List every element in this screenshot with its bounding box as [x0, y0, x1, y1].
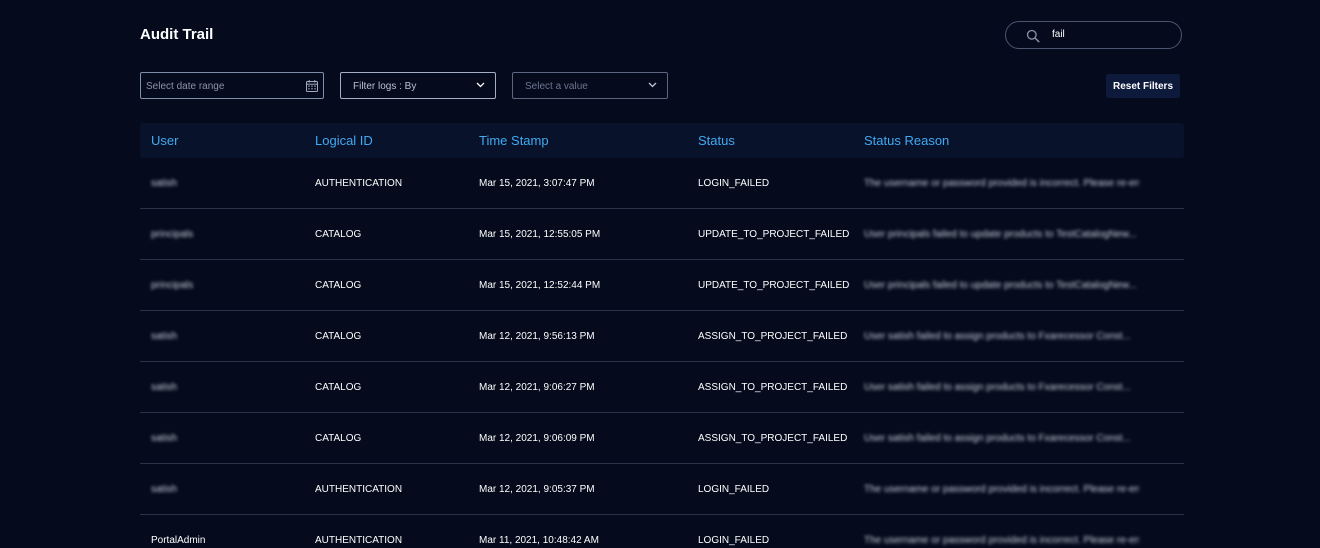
column-header-timestamp[interactable]: Time Stamp: [479, 133, 549, 148]
column-header-user[interactable]: User: [151, 133, 178, 148]
search-icon: [1026, 29, 1040, 43]
cell-status: UPDATE_TO_PROJECT_FAILED: [698, 280, 850, 291]
filter-logs-label: Filter logs : By: [353, 81, 417, 92]
column-header-status[interactable]: Status: [698, 133, 735, 148]
value-placeholder: Select a value: [525, 81, 588, 92]
table-row[interactable]: principals CATALOG Mar 15, 2021, 12:52:44 …: [140, 260, 1184, 311]
cell-user: satish: [151, 382, 178, 393]
cell-logical-id: AUTHENTICATION: [315, 484, 403, 495]
cell-logical-id: CATALOG: [315, 433, 362, 444]
cell-status: ASSIGN_TO_PROJECT_FAILED: [698, 433, 848, 444]
filter-logs-dropdown[interactable]: Filter logs : By: [340, 72, 496, 99]
table-row[interactable]: satish AUTHENTICATION Mar 12, 2021, 9:05:3…: [140, 464, 1184, 515]
search-box[interactable]: fail: [1005, 21, 1182, 49]
value-dropdown[interactable]: Select a value: [512, 72, 668, 99]
date-range-placeholder: Select date range: [146, 81, 225, 92]
cell-user: satish: [151, 178, 178, 189]
cell-status: ASSIGN_TO_PROJECT_FAILED: [698, 382, 848, 393]
cell-status-reason: The username or password provided is inc…: [864, 178, 1139, 189]
reset-filters-button[interactable]: Reset Filters: [1106, 74, 1180, 98]
cell-user: principals: [151, 229, 194, 240]
cell-logical-id: AUTHENTICATION: [315, 178, 403, 189]
page-title: Audit Trail: [140, 26, 214, 43]
chevron-down-icon: [648, 82, 657, 88]
audit-trail-page: Audit Trail fail Select date range Filte…: [0, 0, 1320, 548]
date-range-picker[interactable]: Select date range: [140, 72, 324, 99]
audit-table: User Logical ID Time Stamp Status Status…: [140, 123, 1184, 548]
cell-logical-id: CATALOG: [315, 229, 362, 240]
column-header-status-reason[interactable]: Status Reason: [864, 133, 1139, 148]
cell-timestamp: Mar 15, 2021, 12:52:44 PM: [479, 280, 601, 291]
table-row[interactable]: satish CATALOG Mar 12, 2021, 9:06:27 PM ASS…: [140, 362, 1184, 413]
cell-user: principals: [151, 280, 194, 291]
cell-user: PortalAdmin: [151, 535, 206, 546]
calendar-icon[interactable]: [305, 79, 319, 93]
cell-user: satish: [151, 484, 178, 495]
cell-user: satish: [151, 331, 178, 342]
cell-timestamp: Mar 15, 2021, 3:07:47 PM: [479, 178, 595, 189]
cell-timestamp: Mar 11, 2021, 10:48:42 AM: [479, 535, 599, 546]
cell-status: ASSIGN_TO_PROJECT_FAILED: [698, 331, 848, 342]
table-row[interactable]: satish AUTHENTICATION Mar 15, 2021, 3:07:4…: [140, 158, 1184, 209]
cell-status-reason: User principals failed to update product…: [864, 280, 1137, 291]
cell-status-reason: User satish failed to assign products to…: [864, 433, 1131, 444]
cell-status-reason: The username or password provided is inc…: [864, 535, 1139, 546]
table-row[interactable]: satish CATALOG Mar 12, 2021, 9:06:09 PM ASS…: [140, 413, 1184, 464]
search-input[interactable]: fail: [1052, 29, 1065, 40]
cell-timestamp: Mar 15, 2021, 12:55:05 PM: [479, 229, 601, 240]
cell-status-reason: User satish failed to assign products to…: [864, 382, 1131, 393]
column-header-logical-id[interactable]: Logical ID: [315, 133, 373, 148]
cell-user: satish: [151, 433, 178, 444]
table-body: satish AUTHENTICATION Mar 15, 2021, 3:07:4…: [140, 158, 1184, 548]
cell-logical-id: CATALOG: [315, 331, 362, 342]
cell-timestamp: Mar 12, 2021, 9:05:37 PM: [479, 484, 595, 495]
table-row[interactable]: satish CATALOG Mar 12, 2021, 9:56:13 PM ASS…: [140, 311, 1184, 362]
table-row[interactable]: PortalAdmin AUTHENTICATION Mar 11, 2021, 1…: [140, 515, 1184, 548]
table-row[interactable]: principals CATALOG Mar 15, 2021, 12:55:05 …: [140, 209, 1184, 260]
cell-status-reason: The username or password provided is inc…: [864, 484, 1139, 495]
cell-status: LOGIN_FAILED: [698, 535, 770, 546]
cell-logical-id: CATALOG: [315, 280, 362, 291]
cell-status-reason: User satish failed to assign products to…: [864, 331, 1131, 342]
cell-status: LOGIN_FAILED: [698, 484, 770, 495]
cell-timestamp: Mar 12, 2021, 9:06:27 PM: [479, 382, 595, 393]
table-header: User Logical ID Time Stamp Status Status…: [140, 123, 1184, 158]
cell-timestamp: Mar 12, 2021, 9:56:13 PM: [479, 331, 595, 342]
cell-timestamp: Mar 12, 2021, 9:06:09 PM: [479, 433, 595, 444]
chevron-down-icon: [476, 82, 485, 88]
cell-status: UPDATE_TO_PROJECT_FAILED: [698, 229, 850, 240]
cell-logical-id: AUTHENTICATION: [315, 535, 403, 546]
cell-status-reason: User principals failed to update product…: [864, 229, 1137, 240]
cell-logical-id: CATALOG: [315, 382, 362, 393]
cell-status: LOGIN_FAILED: [698, 178, 770, 189]
